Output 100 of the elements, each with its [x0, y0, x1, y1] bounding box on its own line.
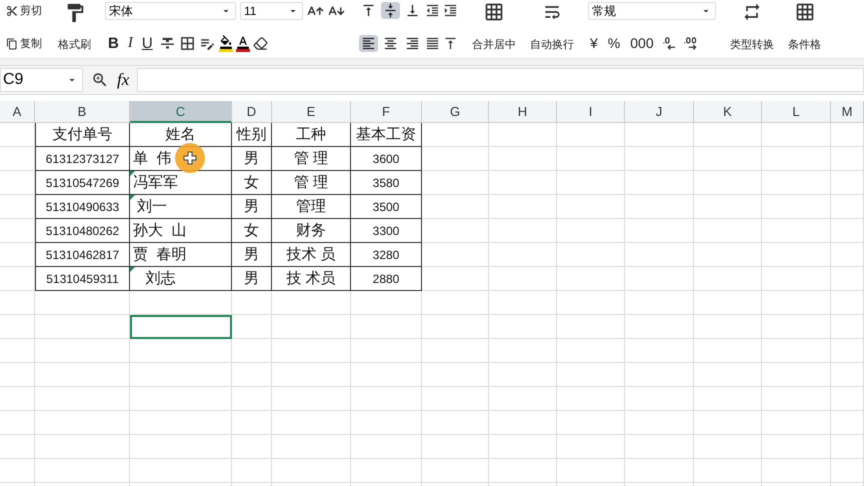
formula-input[interactable] — [137, 68, 864, 92]
underline-button[interactable]: U — [138, 35, 156, 52]
font-field[interactable]: 宋体 — [105, 2, 236, 20]
column-header[interactable]: M — [831, 101, 864, 123]
grid-cell — [0, 123, 35, 147]
grid-cell — [232, 339, 272, 363]
copy-button[interactable]: 复制 — [4, 35, 44, 52]
borders-icon[interactable] — [178, 35, 196, 52]
cut-button[interactable]: 剪切 — [4, 2, 44, 19]
grid-cell — [762, 435, 831, 459]
grid-cell — [489, 171, 557, 195]
indent-increase-icon[interactable] — [443, 3, 458, 18]
column-header[interactable]: K — [694, 101, 762, 123]
indent-decrease-icon[interactable] — [425, 3, 440, 18]
grid-cell — [0, 291, 35, 315]
conditional-format-button[interactable]: 条件格 — [784, 0, 825, 58]
grid-cell — [694, 459, 762, 483]
grid-cell — [831, 363, 864, 387]
bold-button[interactable]: B — [105, 35, 122, 52]
grid-cell — [694, 171, 762, 195]
format-painter-button[interactable]: 格式刷 — [54, 0, 95, 58]
table-cell: 男 — [232, 195, 272, 219]
column-header[interactable]: F — [351, 101, 422, 123]
grid-cell — [625, 363, 694, 387]
table-cell: 技术 员 — [272, 243, 351, 267]
grid-cell — [0, 459, 35, 483]
grid-cell — [422, 363, 489, 387]
grid-cell — [762, 267, 831, 291]
number-format-button[interactable]: ¥ — [588, 34, 600, 52]
align-middle-icon[interactable] — [381, 2, 400, 19]
grid-cell — [422, 243, 489, 267]
grid-cell — [831, 171, 864, 195]
zoom-icon[interactable] — [91, 71, 109, 89]
grid-cell — [557, 195, 625, 219]
eraser-icon[interactable] — [252, 36, 268, 51]
grid-cell — [625, 315, 694, 339]
grid-cell — [0, 243, 35, 267]
grid-cell — [557, 171, 625, 195]
grid-cell — [232, 315, 272, 339]
column-header[interactable]: G — [422, 101, 489, 123]
font-size-field[interactable]: 11 — [240, 2, 303, 20]
grid-cell — [557, 339, 625, 363]
grid-cell — [351, 339, 422, 363]
decimal-decrease-icon[interactable] — [682, 36, 698, 50]
grid-cell — [489, 363, 557, 387]
table-cell: 51310547269 — [35, 171, 130, 195]
table-cell: 性别 — [232, 123, 272, 147]
column-header[interactable]: H — [489, 101, 557, 123]
cursor-icon — [175, 143, 205, 173]
name-box[interactable]: C9 — [0, 68, 83, 92]
grid-cell — [831, 387, 864, 411]
active-cell[interactable] — [130, 315, 232, 339]
align-left-icon[interactable] — [359, 35, 378, 52]
column-header[interactable]: C — [130, 101, 232, 123]
grid-cell — [489, 219, 557, 243]
grid-cell — [625, 387, 694, 411]
grid-cell — [625, 291, 694, 315]
column-header[interactable]: A — [0, 101, 35, 123]
grid-cell — [762, 219, 831, 243]
table-cell: 单 伟 — [130, 147, 232, 171]
table-cell: 贾 春明 — [130, 243, 232, 267]
wrap-text-button[interactable]: 自动换行 — [526, 0, 578, 58]
grid-cell — [422, 435, 489, 459]
grid-cell — [351, 363, 422, 387]
scissors-icon — [6, 4, 18, 16]
grid-cell — [489, 459, 557, 483]
grid-cell — [489, 123, 557, 147]
grid-cell — [625, 243, 694, 267]
decimal-increase-icon[interactable] — [662, 36, 677, 50]
column-header[interactable]: J — [625, 101, 694, 123]
fill-color-icon[interactable] — [218, 35, 233, 52]
grid-cell — [232, 387, 272, 411]
column-header[interactable]: D — [232, 101, 272, 123]
column-header[interactable]: B — [35, 101, 130, 123]
grid-cell — [762, 147, 831, 171]
grid-cell — [489, 387, 557, 411]
merge-center-button[interactable]: 合并居中 — [468, 0, 520, 58]
column-header[interactable]: L — [762, 101, 831, 123]
grid-cell — [557, 363, 625, 387]
grid-cell — [762, 123, 831, 147]
column-header[interactable]: E — [272, 101, 351, 123]
font-color-icon[interactable] — [236, 35, 250, 52]
grid-cell — [0, 219, 35, 243]
grid-cell — [831, 219, 864, 243]
number-format-field[interactable]: 常规 — [588, 2, 716, 20]
grid-cell — [694, 363, 762, 387]
grid-cell — [489, 147, 557, 171]
grid-cell — [557, 147, 625, 171]
table-cell: 管理 — [272, 195, 351, 219]
function-label[interactable]: fx — [117, 70, 130, 90]
number-format-button[interactable]: 000 — [628, 34, 656, 52]
number-format-button[interactable]: % — [606, 34, 622, 52]
table-cell: 财务 — [272, 219, 351, 243]
type-convert-button[interactable]: 类型转换 — [726, 0, 778, 58]
grid-cell — [422, 267, 489, 291]
italic-button[interactable]: I — [124, 35, 136, 52]
justify-icon[interactable] — [425, 36, 440, 51]
table-cell: 男 — [232, 243, 272, 267]
distributed-icon[interactable] — [443, 36, 458, 51]
column-header[interactable]: I — [557, 101, 625, 123]
